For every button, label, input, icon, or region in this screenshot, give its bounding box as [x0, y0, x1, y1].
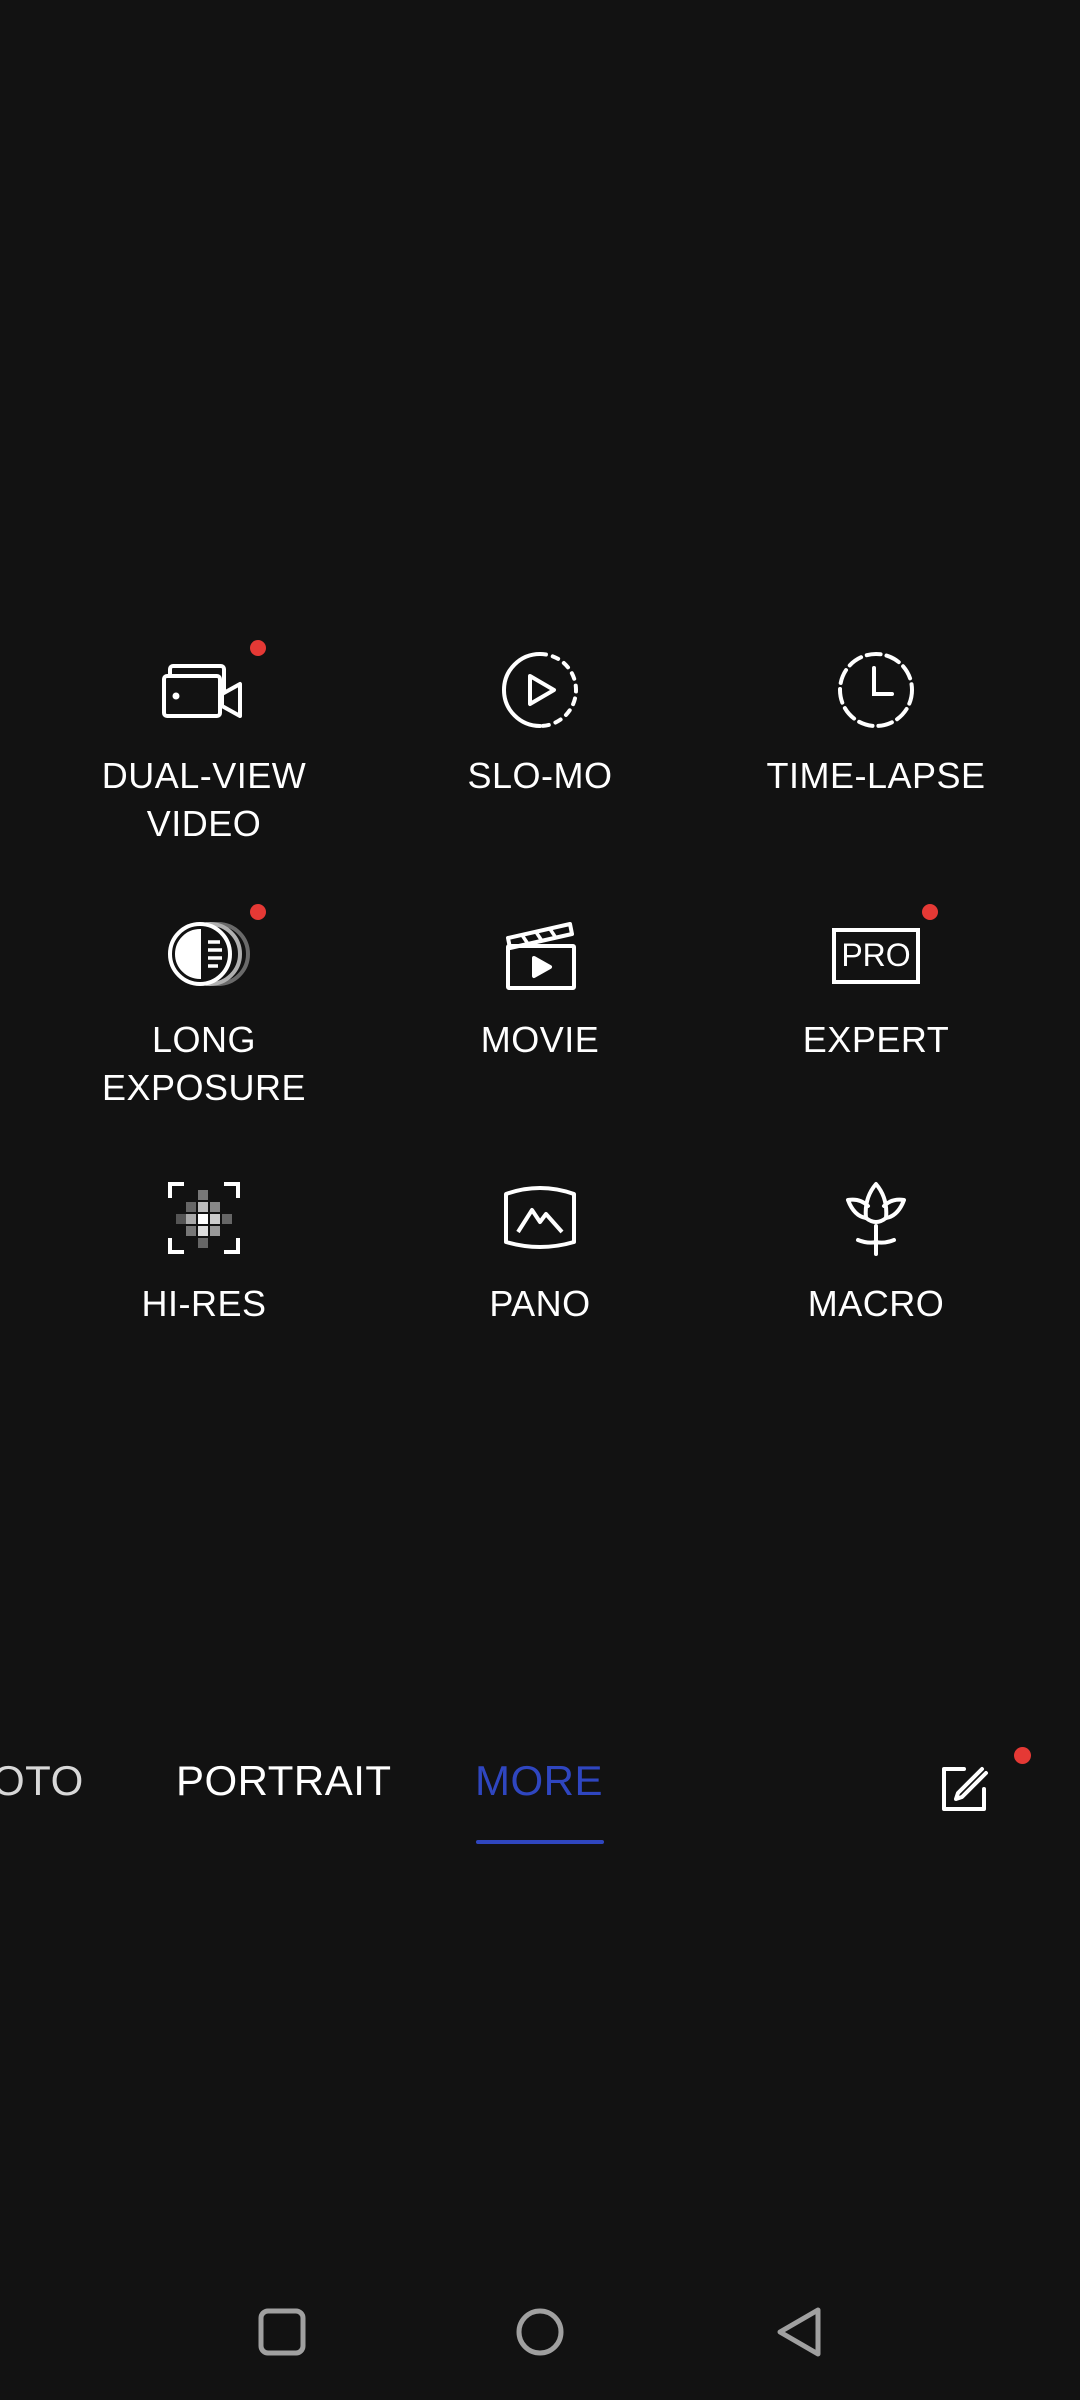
edit-modes-button[interactable] [930, 1755, 998, 1823]
movie-clapperboard-icon [490, 904, 590, 1004]
new-badge [922, 904, 938, 920]
back-button[interactable] [760, 2292, 840, 2372]
home-circle-icon [516, 2308, 564, 2356]
pro-icon-text: PRO [841, 937, 910, 973]
mode-label: SLO-MO [467, 755, 613, 796]
new-badge [250, 904, 266, 920]
edit-badge [1014, 1747, 1031, 1764]
mode-label: LONG EXPOSURE [101, 1019, 307, 1108]
dual-view-video-icon [154, 640, 254, 740]
mode-label: MACRO [807, 1283, 945, 1324]
pro-icon: PRO [826, 904, 926, 1004]
slo-mo-icon [490, 640, 590, 740]
active-tab-indicator [476, 1840, 604, 1844]
long-exposure-icon [154, 904, 254, 1004]
mode-time-lapse[interactable]: TIME-LAPSE [726, 640, 1026, 800]
new-badge [250, 640, 266, 656]
mode-label: HI-RES [141, 1283, 267, 1324]
back-triangle-icon [777, 2307, 821, 2357]
mode-label: EXPERT [802, 1019, 950, 1060]
mode-hi-res[interactable]: HI-RES [54, 1168, 354, 1328]
time-lapse-icon [826, 640, 926, 740]
pano-icon [490, 1168, 590, 1268]
mode-label: MOVIE [480, 1019, 600, 1060]
mode-macro[interactable]: MACRO [726, 1168, 1026, 1328]
mode-long-exposure[interactable]: LONG EXPOSURE [54, 904, 354, 1112]
macro-flower-icon [826, 1168, 926, 1268]
tab-portrait[interactable]: PORTRAIT [176, 1755, 392, 1807]
mode-pano[interactable]: PANO [390, 1168, 690, 1328]
edit-icon [942, 1767, 988, 1811]
mode-label: PANO [489, 1283, 591, 1324]
mode-expert[interactable]: PRO EXPERT [726, 904, 1026, 1064]
mode-label: DUAL-VIEW VIDEO [101, 755, 307, 844]
hi-res-icon [154, 1168, 254, 1268]
mode-label: TIME-LAPSE [766, 755, 986, 796]
tab-photo[interactable]: OTO [0, 1755, 84, 1807]
mode-dual-view-video[interactable]: DUAL-VIEW VIDEO [54, 640, 354, 848]
mode-movie[interactable]: MOVIE [390, 904, 690, 1064]
home-button[interactable] [500, 2292, 580, 2372]
recents-square-icon [258, 2308, 306, 2356]
tab-more[interactable]: MORE [475, 1755, 603, 1807]
mode-slo-mo[interactable]: SLO-MO [390, 640, 690, 800]
recents-button[interactable] [242, 2292, 322, 2372]
